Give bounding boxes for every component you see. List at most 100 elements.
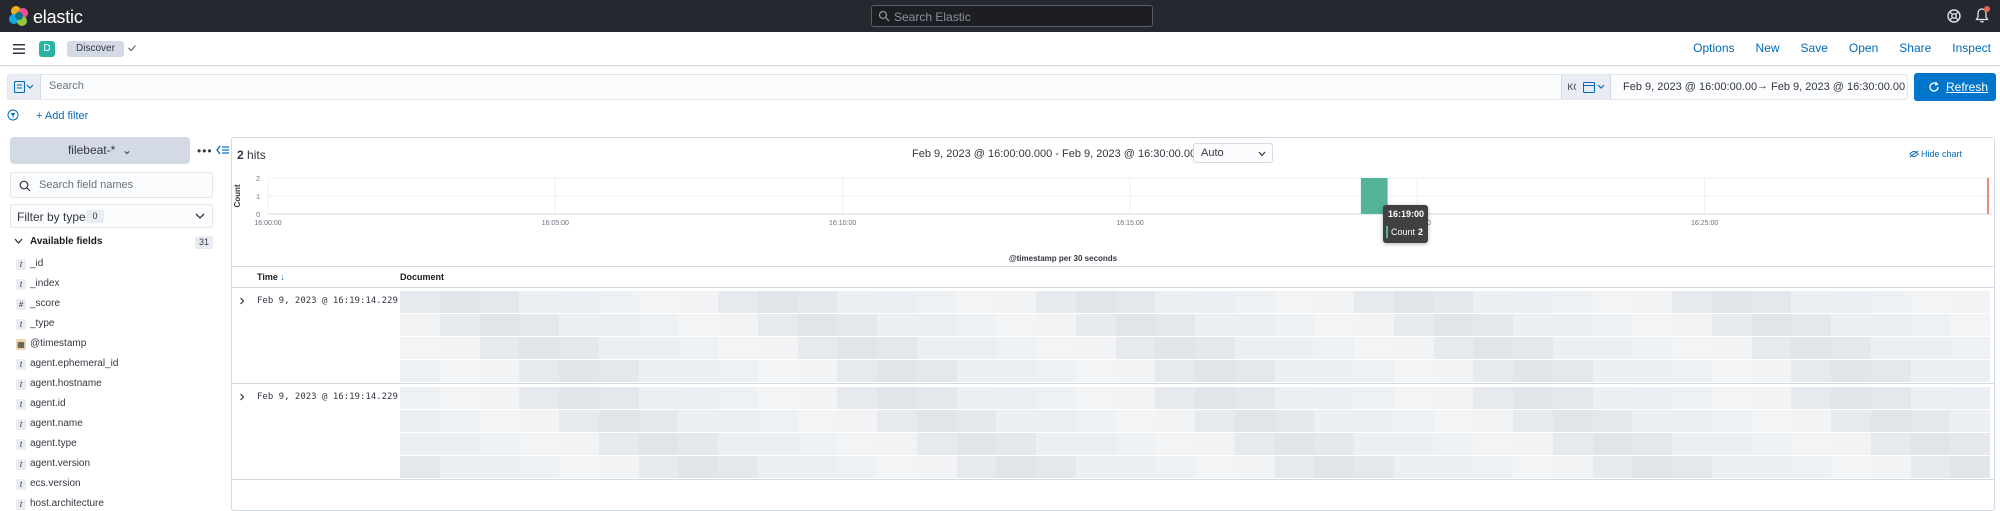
notification-badge (1984, 6, 1990, 12)
share-link[interactable]: Share (1899, 41, 1931, 55)
interval-value: Auto (1201, 147, 1224, 159)
field-item[interactable]: t _index (16, 275, 216, 295)
open-link[interactable]: Open (1849, 41, 1878, 55)
string-type-icon: t (16, 399, 26, 410)
refresh-button[interactable]: Refresh (1914, 73, 1996, 101)
calendar-icon (1583, 81, 1605, 93)
date-type-icon: ▦ (16, 339, 26, 350)
help-icon[interactable] (1946, 8, 1962, 24)
refresh-icon (1929, 81, 1939, 92)
redaction-band (400, 433, 1990, 455)
options-link[interactable]: Options (1693, 41, 1734, 55)
redaction-band (400, 314, 1990, 336)
global-header: elastic Search Elastic (0, 0, 2000, 32)
field-list: t _id t _index # _score t _type ▦ @timestamp t agen… (16, 255, 216, 511)
available-fields-count: 31 (195, 236, 213, 249)
app-header: D Discover Options New Save Open Share I… (0, 32, 2000, 66)
y-tick-label: 2 (256, 176, 260, 183)
field-item[interactable]: t agent.hostname (16, 375, 216, 395)
new-link[interactable]: New (1756, 41, 1780, 55)
more-options-icon[interactable]: ••• (197, 144, 213, 158)
field-name: agent.hostname (30, 378, 102, 389)
field-name: _index (30, 278, 60, 289)
field-name: _score (30, 298, 61, 309)
interval-select[interactable]: Auto (1193, 143, 1273, 163)
table-row: Feb 9, 2023 @ 16:19:14.229 (232, 289, 1994, 384)
collapse-sidebar-icon[interactable] (216, 144, 230, 156)
chevron-down-icon: ⌄ (118, 143, 133, 157)
sort-arrow-icon: ↓ (280, 272, 285, 282)
filter-count-badge: 0 (86, 210, 104, 223)
hits-counter: 2 hits (237, 148, 266, 162)
space-avatar[interactable]: D (39, 41, 55, 57)
string-type-icon: t (16, 279, 26, 290)
saved-queries-button[interactable] (8, 75, 41, 99)
field-search-placeholder: Search field names (39, 179, 134, 191)
field-search-input[interactable]: Search field names (10, 172, 213, 198)
field-item[interactable]: t agent.type (16, 435, 216, 455)
redaction-band (400, 456, 1990, 478)
expand-row-icon[interactable] (238, 297, 246, 305)
field-item[interactable]: t agent.version (16, 455, 216, 475)
document-column-header: Document (400, 272, 445, 282)
field-item[interactable]: t _type (16, 315, 216, 335)
field-item[interactable]: t ecs.version (16, 475, 216, 495)
index-pattern-selector[interactable]: filebeat-* ⌄ (10, 137, 190, 164)
time-column-header[interactable]: Time ↓ (257, 272, 285, 282)
time-column-label: Time (257, 272, 278, 282)
chevron-down-icon (195, 213, 205, 219)
brand-name[interactable]: elastic (33, 7, 83, 28)
field-name: agent.ephemeral_id (30, 358, 119, 369)
field-item[interactable]: t _id (16, 255, 216, 275)
available-fields-toggle[interactable]: Available fields 31 (10, 235, 213, 251)
string-type-icon: t (16, 419, 26, 430)
index-pattern-name: filebeat-* (67, 143, 116, 157)
field-item[interactable]: t agent.ephemeral_id (16, 355, 216, 375)
hamburger-menu-icon[interactable] (12, 42, 26, 56)
x-tick-label: 16:05:00 (542, 220, 569, 227)
field-item[interactable]: t agent.id (16, 395, 216, 415)
redaction-band (400, 410, 1990, 432)
inspect-link[interactable]: Inspect (1952, 41, 1991, 55)
global-search-input[interactable]: Search Elastic (871, 5, 1153, 27)
field-name: ecs.version (30, 478, 81, 489)
field-item[interactable]: t agent.name (16, 415, 216, 435)
y-axis-label: Count (233, 184, 242, 207)
time-range-label: Feb 9, 2023 @ 16:00:00.000 - Feb 9, 2023… (912, 148, 1203, 160)
filter-options-icon[interactable] (7, 109, 19, 121)
field-name: agent.id (30, 398, 66, 409)
string-type-icon: t (16, 359, 26, 370)
hide-chart-button[interactable]: Hide chart (1909, 149, 1963, 159)
x-tick-label: 16:25:00 (1691, 220, 1718, 227)
number-type-icon: # (16, 299, 26, 310)
x-tick-label: 16:10:00 (829, 220, 856, 227)
row-timestamp: Feb 9, 2023 @ 16:19:14.229 (257, 392, 398, 402)
add-filter-button[interactable]: + Add filter (36, 110, 88, 122)
tooltip-value: 2 (1418, 227, 1424, 237)
string-type-icon: t (16, 459, 26, 470)
elastic-logo-icon[interactable] (8, 5, 30, 27)
breadcrumb-discover[interactable]: Discover (67, 41, 124, 57)
tooltip-series-swatch (1386, 226, 1388, 238)
table-row: Feb 9, 2023 @ 16:19:14.229 (232, 385, 1994, 480)
save-link[interactable]: Save (1801, 41, 1828, 55)
redaction-band (400, 360, 1990, 382)
field-item[interactable]: t host.architecture (16, 495, 216, 511)
query-input[interactable]: Search (49, 80, 84, 92)
filter-by-type-button[interactable]: Filter by type 0 (10, 204, 213, 228)
end-date[interactable]: Feb 9, 2023 @ 16:30:00.00 (1771, 81, 1905, 93)
hide-chart-label: Hide chart (1921, 149, 1963, 159)
field-item[interactable]: # _score (16, 295, 216, 315)
expand-row-icon[interactable] (238, 393, 246, 401)
quick-select-button[interactable] (1577, 75, 1611, 99)
string-type-icon: t (16, 319, 26, 330)
discover-main-panel: 2 hits Feb 9, 2023 @ 16:00:00.000 - Feb … (231, 137, 1995, 511)
start-date[interactable]: Feb 9, 2023 @ 16:00:00.00 (1623, 81, 1757, 93)
field-name: agent.version (30, 458, 91, 469)
field-item[interactable]: ▦ @timestamp (16, 335, 216, 355)
field-name: host.architecture (30, 498, 104, 509)
string-type-icon: t (16, 259, 26, 270)
field-name: _type (30, 318, 55, 329)
redacted-document (400, 291, 1990, 385)
available-fields-label: Available fields (30, 236, 103, 247)
